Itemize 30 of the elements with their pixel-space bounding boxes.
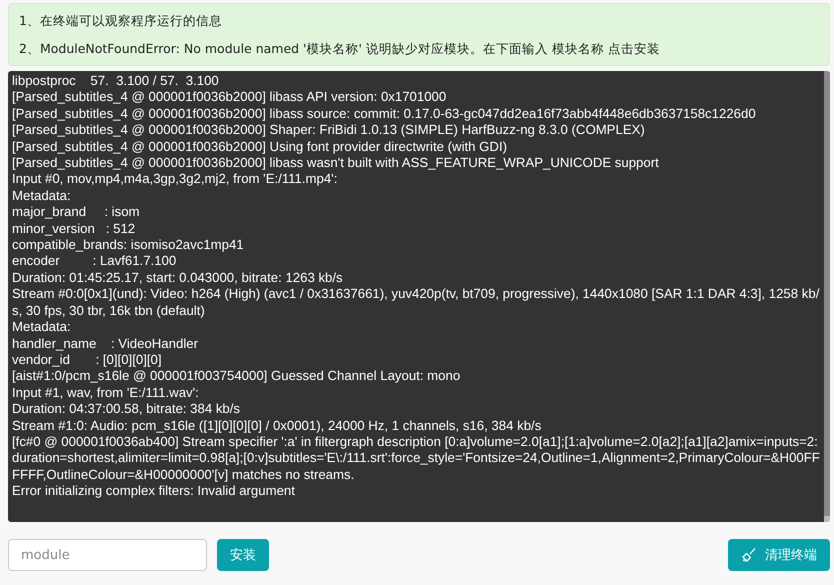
log-line: libpostproc 57. 3.100 / 57. 3.100 — [12, 73, 220, 90]
clear-terminal-button[interactable]: 清理终端 — [728, 539, 830, 571]
module-input-field[interactable]: module — [8, 539, 207, 571]
log-line: Stream #1:0: Audio: pcm_s16le ([1][0][0][0] / 0x0001), 24000 Hz, 1 channels, s16, 384 kb/s — [12, 418, 542, 434]
log-line: Duration: 04:37:00.58, bitrate: 384 kb/s — [12, 401, 241, 418]
log-line: [Parsed_subtitles_4 @ 000001f0036b2000] Shaper: FriBidi 1.0.13 (SIMPLE) HarfBuzz-ng 8.3.0 (COMPLEX) — [12, 122, 646, 139]
log-line: [aist#1:0/pcm_s16le @ 000001f003754000] Guessed Channel Layout: mono — [12, 368, 462, 385]
log-line: minor_version : 512 — [12, 220, 136, 238]
log-line: Metadata: — [12, 319, 72, 336]
log-line: [fc#0 @ 000001f0036ab400] Stream specifier ':a' in filtergraph description [0:a]volume=2.0[a1];[1:a]volume=2.0[a2];[a1][a2]amix=inputs=2:duration=shortest,alimiter=limit=0.98[a];[0:v]subtitles='E\:/111.srt':force_style='Fontsize=24,Outline=1,Alignment=2,PrimaryColour=&H00FFFFFF,OutlineColour=&H00000000'[v] matches no streams. — [12, 434, 820, 484]
notice-text: 1、在终端可以观察程序运行的信息 — [19, 13, 223, 29]
log-line: Input #0, mov,mp4,m4a,3gp,3g2,mj2, from 'E:/111.mp4': — [12, 171, 338, 188]
log-line: Input #1, wav, from 'E:/111.wav': — [12, 384, 200, 402]
log-line: Duration: 01:45:25.17, start: 0.043000, bitrate: 1263 kb/s — [12, 270, 344, 286]
log-line: [Parsed_subtitles_4 @ 000001f0036b2000] libass API version: 0x1701000 — [12, 89, 448, 106]
log-line: Metadata: — [12, 188, 72, 204]
log-line: [Parsed_subtitles_4 @ 000001f0036b2000] libass wasn't built with ASS_FEATURE_WRAP_UNICODE support — [12, 155, 660, 172]
scrollbar[interactable] — [824, 71, 830, 522]
log-line: encoder : Lavf61.7.100 — [12, 253, 178, 270]
install-button[interactable]: 安装 — [217, 539, 269, 571]
log-line: Stream #0:0[0x1](und): Video: h264 (High) (avc1 / 0x31637661), yuv420p(tv, bt709, progressive), 1440x1080 [SAR 1:1 DAR 4:3], 1258 kb/s, 30 fps, 30 tbr, 16k tbn (default) — [12, 286, 820, 320]
log-line: compatible_brands: isomiso2avc1mp41 — [12, 237, 245, 254]
log-line: [Parsed_subtitles_4 @ 000001f0036b2000] libass source: commit: 0.17.0-63-gc047dd2ea16f73abb4f448e6db3637158c1226d0 — [12, 106, 757, 122]
log-line: handler_name : VideoHandler — [12, 336, 199, 352]
log-line: [Parsed_subtitles_4 @ 000001f0036b2000] Using font provider directwrite (with GDI) — [12, 138, 508, 156]
notice-text: 2、ModuleNotFoundError: No module named '模块名称' 说明缺少对应模块。在下面输入 模块名称 点击安装 — [19, 41, 661, 57]
log-line: vendor_id : [0][0][0][0] — [12, 352, 163, 368]
log-line: Error initializing complex filters: Invalid argument — [12, 483, 296, 500]
broom-icon — [741, 547, 757, 563]
log-line: major_brand : isom — [12, 204, 141, 221]
